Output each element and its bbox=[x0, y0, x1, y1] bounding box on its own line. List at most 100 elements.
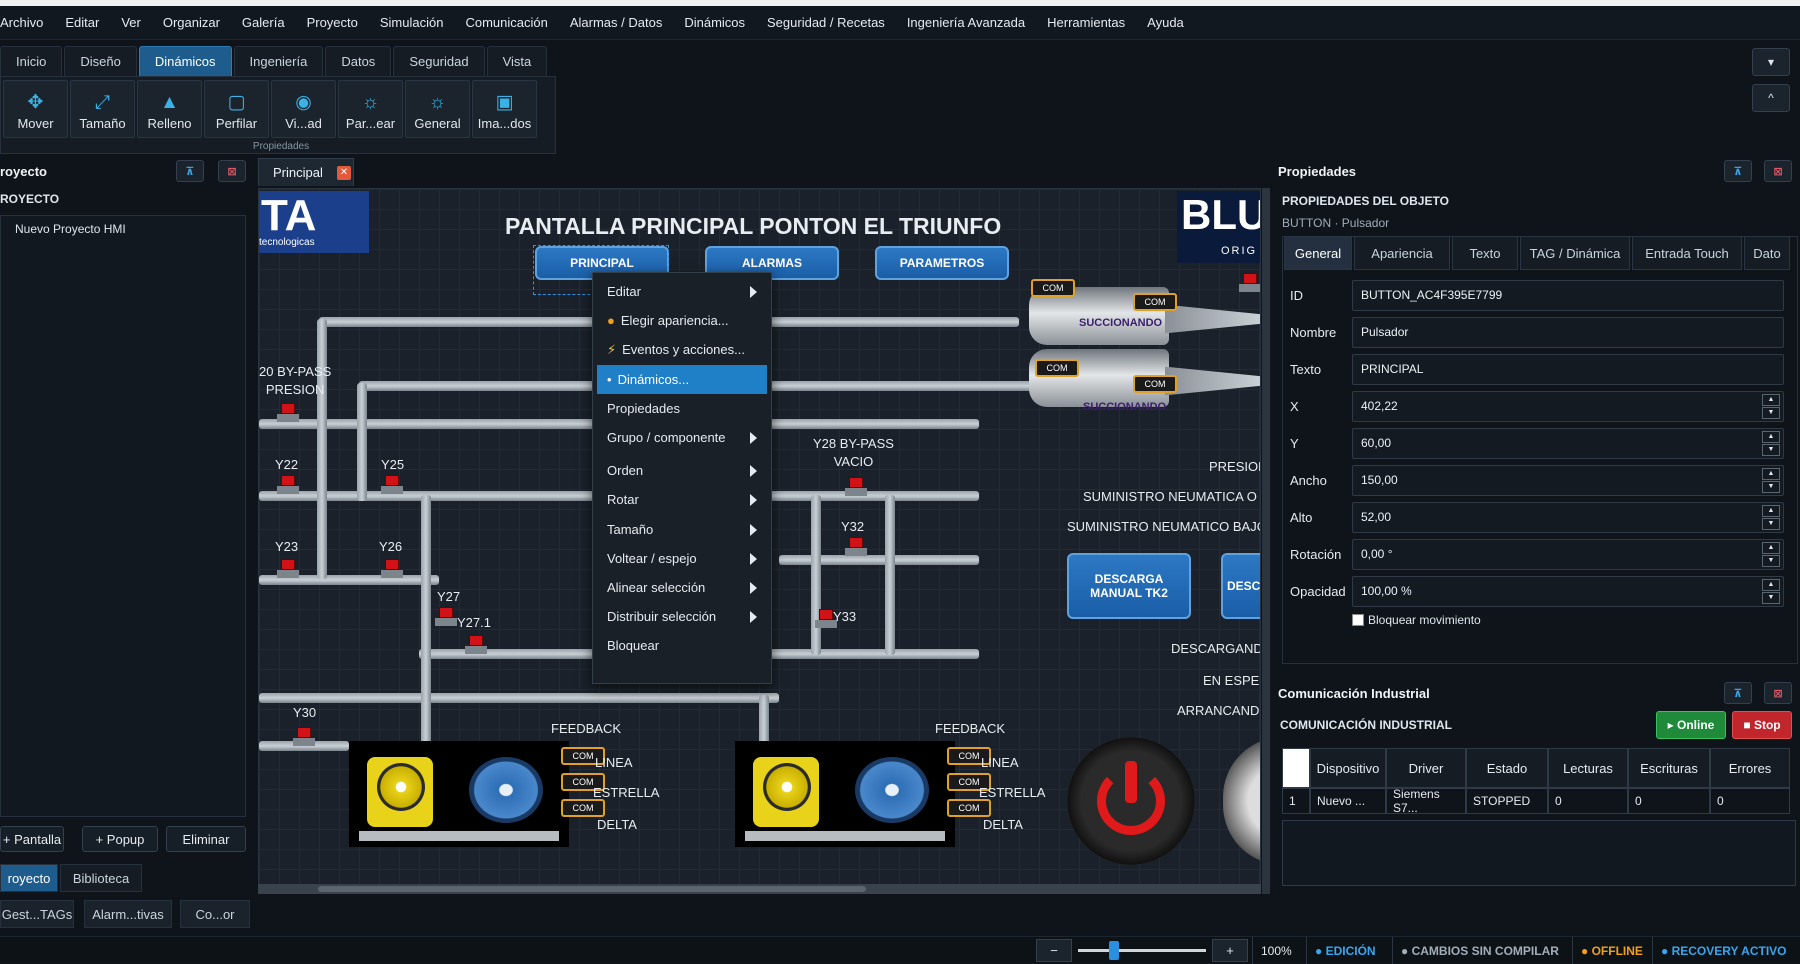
prop-tab-entrada-touch[interactable]: Entrada Touch bbox=[1632, 236, 1742, 270]
chevron-down-icon[interactable]: ▼ bbox=[1762, 518, 1780, 530]
tool-relleno-button[interactable]: ▲ Relleno bbox=[137, 80, 202, 138]
stop-button[interactable]: ■ Stop bbox=[1732, 711, 1792, 739]
valve-icon[interactable] bbox=[381, 559, 403, 578]
prop-tab-dato[interactable]: Dato bbox=[1744, 236, 1790, 270]
menu-organizar[interactable]: Organizar bbox=[152, 15, 231, 30]
project-tree[interactable]: Nuevo Proyecto HMI bbox=[0, 215, 246, 817]
menu-dinámicos[interactable]: Dinámicos bbox=[673, 15, 756, 30]
valve-icon[interactable] bbox=[277, 403, 299, 422]
tool-perfilar-button[interactable]: ▢ Perfilar bbox=[204, 80, 269, 138]
pump-motor-1[interactable] bbox=[349, 741, 569, 847]
comm-col-escrituras[interactable]: Escrituras bbox=[1628, 748, 1710, 788]
table-cell[interactable]: STOPPED bbox=[1466, 788, 1548, 814]
table-cell[interactable]: 0 bbox=[1548, 788, 1628, 814]
ribbon-collapse-button[interactable]: ^ bbox=[1752, 84, 1790, 112]
tool-vi-ad-button[interactable]: ◉ Vi...ad bbox=[271, 80, 336, 138]
valve-icon[interactable] bbox=[381, 475, 403, 494]
chevron-up-icon[interactable]: ▲ bbox=[1762, 505, 1780, 517]
ctx-item-alinear-selección[interactable]: Alinear selección bbox=[593, 573, 771, 602]
menu-ayuda[interactable]: Ayuda bbox=[1136, 15, 1195, 30]
comm-col-estado[interactable]: Estado bbox=[1466, 748, 1548, 788]
prop-texto-field[interactable]: PRINCIPAL bbox=[1352, 354, 1784, 385]
chevron-down-icon[interactable]: ▼ bbox=[1762, 555, 1780, 567]
alarms-button[interactable]: Alarm...tivas bbox=[84, 900, 172, 928]
comm-col-index[interactable] bbox=[1282, 748, 1310, 788]
tool-mover-button[interactable]: ✥ Mover bbox=[3, 80, 68, 138]
ctx-item-editar[interactable]: Editar bbox=[593, 277, 771, 306]
tab-library[interactable]: Biblioteca bbox=[60, 864, 142, 892]
comm-col-dispositivo[interactable]: Dispositivo bbox=[1310, 748, 1386, 788]
tab-dinámicos[interactable]: Dinámicos bbox=[138, 46, 232, 76]
prop-tab-apariencia[interactable]: Apariencia bbox=[1354, 236, 1450, 270]
tool-tamaño-button[interactable]: ⤢ Tamaño bbox=[70, 80, 135, 138]
ctx-item-dinámicos[interactable]: • Dinámicos... bbox=[597, 364, 767, 394]
comm-log[interactable] bbox=[1282, 820, 1796, 886]
menu-proyecto[interactable]: Proyecto bbox=[296, 15, 369, 30]
ctx-item-rotar[interactable]: Rotar bbox=[593, 485, 771, 514]
table-cell[interactable]: Siemens S7... bbox=[1386, 787, 1466, 815]
nav-params-button[interactable]: PARAMETROS bbox=[875, 246, 1009, 280]
ctx-item-orden[interactable]: Orden bbox=[593, 456, 771, 485]
pin-icon[interactable]: ⊼ bbox=[176, 160, 204, 182]
chevron-down-icon[interactable]: ▼ bbox=[1762, 407, 1780, 419]
table-cell[interactable]: Nuevo ... bbox=[1310, 788, 1386, 814]
prop-tab-tag-din-mica[interactable]: TAG / Dinámica bbox=[1520, 236, 1630, 270]
valve-icon[interactable] bbox=[277, 559, 299, 578]
chevron-up-icon[interactable]: ▲ bbox=[1762, 579, 1780, 591]
spinner[interactable]: ▲ ▼ bbox=[1762, 579, 1780, 604]
prop-nombre-field[interactable]: Pulsador bbox=[1352, 317, 1784, 348]
ctx-item-elegir-apariencia[interactable]: ● Elegir apariencia... bbox=[593, 306, 771, 335]
add-screen-button[interactable]: + Pantalla bbox=[0, 826, 64, 852]
chevron-up-icon[interactable]: ▲ bbox=[1762, 431, 1780, 443]
add-popup-button[interactable]: + Popup bbox=[82, 826, 158, 852]
comm-col-lecturas[interactable]: Lecturas bbox=[1548, 748, 1628, 788]
comm-col-driver[interactable]: Driver bbox=[1386, 748, 1466, 788]
valve-icon[interactable] bbox=[845, 537, 867, 556]
comm-button[interactable]: Co...or bbox=[180, 900, 250, 928]
ribbon-options-button[interactable]: ▾ bbox=[1752, 48, 1790, 76]
valve-icon[interactable] bbox=[1239, 273, 1260, 292]
prop-id-field[interactable]: BUTTON_AC4F395E7799 bbox=[1352, 280, 1784, 311]
prop-x-field[interactable]: 402,22 bbox=[1352, 391, 1784, 422]
zoom-in-button[interactable]: + bbox=[1212, 939, 1248, 962]
table-cell[interactable]: 0 bbox=[1710, 788, 1790, 814]
zoom-slider[interactable] bbox=[1078, 949, 1206, 952]
delete-button[interactable]: Eliminar bbox=[166, 826, 246, 852]
tab-inicio[interactable]: Inicio bbox=[0, 46, 63, 76]
tab-principal[interactable]: Principal ✕ bbox=[258, 158, 354, 186]
close-icon[interactable]: ⊠ bbox=[1764, 160, 1792, 182]
zoom-out-button[interactable]: − bbox=[1036, 939, 1072, 962]
tool-ima-dos-button[interactable]: ▣ Ima...dos bbox=[472, 80, 537, 138]
menu-galería[interactable]: Galería bbox=[231, 15, 296, 30]
tab-seguridad[interactable]: Seguridad bbox=[393, 46, 485, 76]
ctx-item-bloquear[interactable]: Bloquear bbox=[593, 631, 771, 660]
prop-ancho-field[interactable]: 150,00 bbox=[1352, 465, 1784, 496]
chevron-up-icon[interactable]: ▲ bbox=[1762, 542, 1780, 554]
chevron-up-icon[interactable]: ▲ bbox=[1762, 468, 1780, 480]
power-button-2[interactable] bbox=[1223, 737, 1260, 865]
comm-col-errores[interactable]: Errores bbox=[1710, 748, 1790, 788]
valve-icon[interactable] bbox=[435, 607, 457, 626]
tab-project[interactable]: royecto bbox=[0, 864, 58, 892]
valve-icon[interactable] bbox=[845, 477, 867, 496]
prop-rotaci-n-field[interactable]: 0,00 ° bbox=[1352, 539, 1784, 570]
pin-icon[interactable]: ⊼ bbox=[1724, 160, 1752, 182]
tab-ingeniería[interactable]: Ingeniería bbox=[233, 46, 324, 76]
menu-ver[interactable]: Ver bbox=[110, 15, 152, 30]
pump-motor-2[interactable] bbox=[735, 741, 955, 847]
spinner[interactable]: ▲ ▼ bbox=[1762, 505, 1780, 530]
ctx-item-eventos-y-acciones[interactable]: ⚡ Eventos y acciones... bbox=[593, 335, 771, 364]
menu-editar[interactable]: Editar bbox=[54, 15, 110, 30]
prop-y-field[interactable]: 60,00 bbox=[1352, 428, 1784, 459]
descarga-manual-tk2-button[interactable]: DESCARGA MANUAL TK2 bbox=[1067, 553, 1191, 619]
online-button[interactable]: ▸ Online bbox=[1656, 711, 1726, 739]
power-button[interactable] bbox=[1067, 737, 1195, 865]
tag-manager-button[interactable]: Gest...TAGs bbox=[0, 900, 74, 928]
menu-alarmas-datos[interactable]: Alarmas / Datos bbox=[559, 15, 673, 30]
menu-comunicación[interactable]: Comunicación bbox=[454, 15, 558, 30]
canvas-hscroll-thumb[interactable] bbox=[318, 886, 866, 892]
close-icon[interactable]: ⊠ bbox=[218, 160, 246, 182]
valve-icon[interactable] bbox=[465, 635, 487, 654]
chevron-down-icon[interactable]: ▼ bbox=[1762, 481, 1780, 493]
menu-archivo[interactable]: Archivo bbox=[0, 15, 54, 30]
